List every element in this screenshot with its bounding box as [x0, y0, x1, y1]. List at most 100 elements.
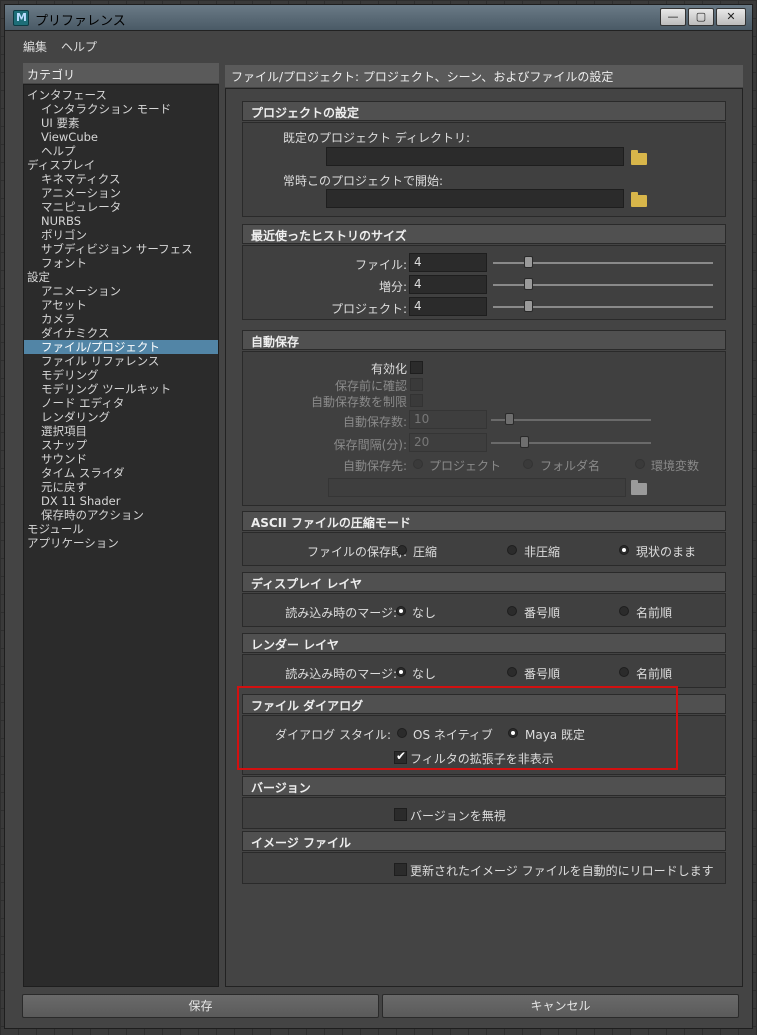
- autosave-dest-folder-label: フォルダ名: [540, 459, 601, 473]
- display-layers-number-radio[interactable]: [507, 606, 517, 616]
- category-item[interactable]: アニメーション: [24, 284, 218, 298]
- preferences-window: プリファレンス — ▢ ✕ 編集 ヘルプ カテゴリ インタフェースインタラクショ…: [4, 4, 753, 1029]
- ascii-compress-label: 圧縮: [413, 545, 438, 559]
- autosave-dest-env-radio[interactable]: [635, 459, 645, 469]
- autosave-interval-field[interactable]: 20: [409, 433, 487, 452]
- autosave-dest-env-label: 環境変数: [651, 459, 700, 473]
- history-file-slider-thumb[interactable]: [524, 256, 533, 268]
- menu-help[interactable]: ヘルプ: [61, 38, 97, 55]
- ascii-asis-label: 現状のまま: [636, 545, 697, 559]
- ascii-asis-radio[interactable]: [619, 545, 629, 555]
- folder-icon[interactable]: [631, 480, 647, 495]
- category-item[interactable]: アセット: [24, 298, 218, 312]
- category-item[interactable]: カメラ: [24, 312, 218, 326]
- category-item[interactable]: 元に戻す: [24, 480, 218, 494]
- render-layers-name-radio[interactable]: [619, 667, 629, 677]
- render-layers-none-radio[interactable]: [396, 667, 406, 677]
- ascii-uncompress-radio[interactable]: [507, 545, 517, 555]
- category-item[interactable]: ViewCube: [24, 130, 218, 144]
- display-layers-number-label: 番号順: [524, 606, 561, 620]
- always-start-label: 常時このプロジェクトで開始:: [283, 174, 444, 188]
- category-item[interactable]: サブディビジョン サーフェス: [24, 242, 218, 256]
- display-layers-label: 読み込み時のマージ:: [285, 606, 397, 620]
- history-project-slider-thumb[interactable]: [524, 300, 533, 312]
- menu-edit[interactable]: 編集: [23, 38, 47, 55]
- category-item[interactable]: タイム スライダ: [24, 466, 218, 480]
- autosave-dest-project-radio[interactable]: [413, 459, 423, 469]
- title-bar[interactable]: プリファレンス — ▢ ✕: [5, 5, 752, 31]
- category-item[interactable]: アプリケーション: [24, 536, 218, 550]
- category-item[interactable]: ディスプレイ: [24, 158, 218, 172]
- autosave-limit-checkbox[interactable]: [410, 394, 423, 407]
- autosave-count-field[interactable]: 10: [409, 410, 487, 429]
- section-project: 既定のプロジェクト ディレクトリ: 常時このプロジェクトで開始:: [242, 122, 726, 217]
- category-item[interactable]: ダイナミクス: [24, 326, 218, 340]
- history-incr-field[interactable]: 4: [409, 275, 487, 294]
- category-item[interactable]: ノード エディタ: [24, 396, 218, 410]
- category-item[interactable]: モデリング: [24, 368, 218, 382]
- section-title-project[interactable]: プロジェクトの設定: [242, 101, 726, 121]
- display-layers-none-radio[interactable]: [396, 606, 406, 616]
- category-item[interactable]: NURBS: [24, 214, 218, 228]
- autosave-interval-slider-thumb[interactable]: [520, 436, 529, 448]
- folder-icon[interactable]: [631, 192, 647, 207]
- section-title-history[interactable]: 最近使ったヒストリのサイズ: [242, 224, 726, 244]
- always-start-field[interactable]: [326, 189, 624, 208]
- category-item[interactable]: モデリング ツールキット: [24, 382, 218, 396]
- section-title-autosave[interactable]: 自動保存: [242, 330, 726, 350]
- autosave-enable-checkbox[interactable]: [410, 361, 423, 374]
- category-item[interactable]: フォント: [24, 256, 218, 270]
- category-item[interactable]: レンダリング: [24, 410, 218, 424]
- category-item[interactable]: 保存時のアクション: [24, 508, 218, 522]
- section-title-display-layers[interactable]: ディスプレイ レイヤ: [242, 572, 726, 592]
- section-title-ascii[interactable]: ASCII ファイルの圧縮モード: [242, 511, 726, 531]
- section-ascii: ファイルの保存時: 圧縮 非圧縮 現状のまま: [242, 532, 726, 566]
- history-file-field[interactable]: 4: [409, 253, 487, 272]
- category-item[interactable]: サウンド: [24, 452, 218, 466]
- category-item[interactable]: 設定: [24, 270, 218, 284]
- minimize-button[interactable]: —: [660, 8, 686, 26]
- category-item[interactable]: スナップ: [24, 438, 218, 452]
- category-item[interactable]: 選択項目: [24, 424, 218, 438]
- autosave-dest-folder-radio[interactable]: [523, 459, 533, 469]
- folder-icon[interactable]: [631, 150, 647, 165]
- ascii-compress-radio[interactable]: [397, 545, 407, 555]
- section-display-layers: 読み込み時のマージ: なし 番号順 名前順: [242, 593, 726, 627]
- category-item[interactable]: キネマティクス: [24, 172, 218, 186]
- section-title-version[interactable]: バージョン: [242, 776, 726, 796]
- history-incr-slider-thumb[interactable]: [524, 278, 533, 290]
- render-layers-number-radio[interactable]: [507, 667, 517, 677]
- auto-reload-checkbox[interactable]: [394, 863, 407, 876]
- category-item[interactable]: ファイル/プロジェクト: [24, 340, 218, 354]
- autosave-dest-label: 自動保存先:: [342, 459, 407, 473]
- save-button[interactable]: 保存: [22, 994, 379, 1018]
- autosave-path-field[interactable]: [328, 478, 626, 497]
- category-item[interactable]: ヘルプ: [24, 144, 218, 158]
- render-layers-none-label: なし: [412, 667, 437, 681]
- display-layers-name-radio[interactable]: [619, 606, 629, 616]
- autosave-prompt-checkbox[interactable]: [410, 378, 423, 391]
- default-project-dir-field[interactable]: [326, 147, 624, 166]
- category-item[interactable]: DX 11 Shader: [24, 494, 218, 508]
- history-project-field[interactable]: 4: [409, 297, 487, 316]
- section-title-image-files[interactable]: イメージ ファイル: [242, 831, 726, 851]
- category-item[interactable]: モジュール: [24, 522, 218, 536]
- ignore-version-checkbox[interactable]: [394, 808, 407, 821]
- category-list[interactable]: インタフェース インタラクション モード UI 要素 ViewCube ヘルプ ディスプレ…: [23, 84, 219, 987]
- section-autosave: 有効化 保存前に確認 自動保存数を制限 自動保存数: 10 保存間隔(分): 2…: [242, 351, 726, 506]
- auto-reload-label: 更新されたイメージ ファイルを自動的にリロードします: [410, 864, 714, 878]
- category-item[interactable]: アニメーション: [24, 186, 218, 200]
- display-layers-name-label: 名前順: [636, 606, 673, 620]
- category-item[interactable]: インタフェース: [24, 88, 218, 102]
- category-item[interactable]: マニピュレータ: [24, 200, 218, 214]
- cancel-button[interactable]: キャンセル: [382, 994, 739, 1018]
- close-button[interactable]: ✕: [716, 8, 746, 26]
- section-title-render-layers[interactable]: レンダー レイヤ: [242, 633, 726, 653]
- settings-area: プロジェクトの設定 既定のプロジェクト ディレクトリ: 常時このプロジェクトで開…: [225, 88, 743, 987]
- category-item[interactable]: インタラクション モード: [24, 102, 218, 116]
- autosave-count-slider-thumb[interactable]: [505, 413, 514, 425]
- maximize-button[interactable]: ▢: [688, 8, 714, 26]
- category-item[interactable]: ファイル リファレンス: [24, 354, 218, 368]
- category-item[interactable]: ポリゴン: [24, 228, 218, 242]
- category-item[interactable]: UI 要素: [24, 116, 218, 130]
